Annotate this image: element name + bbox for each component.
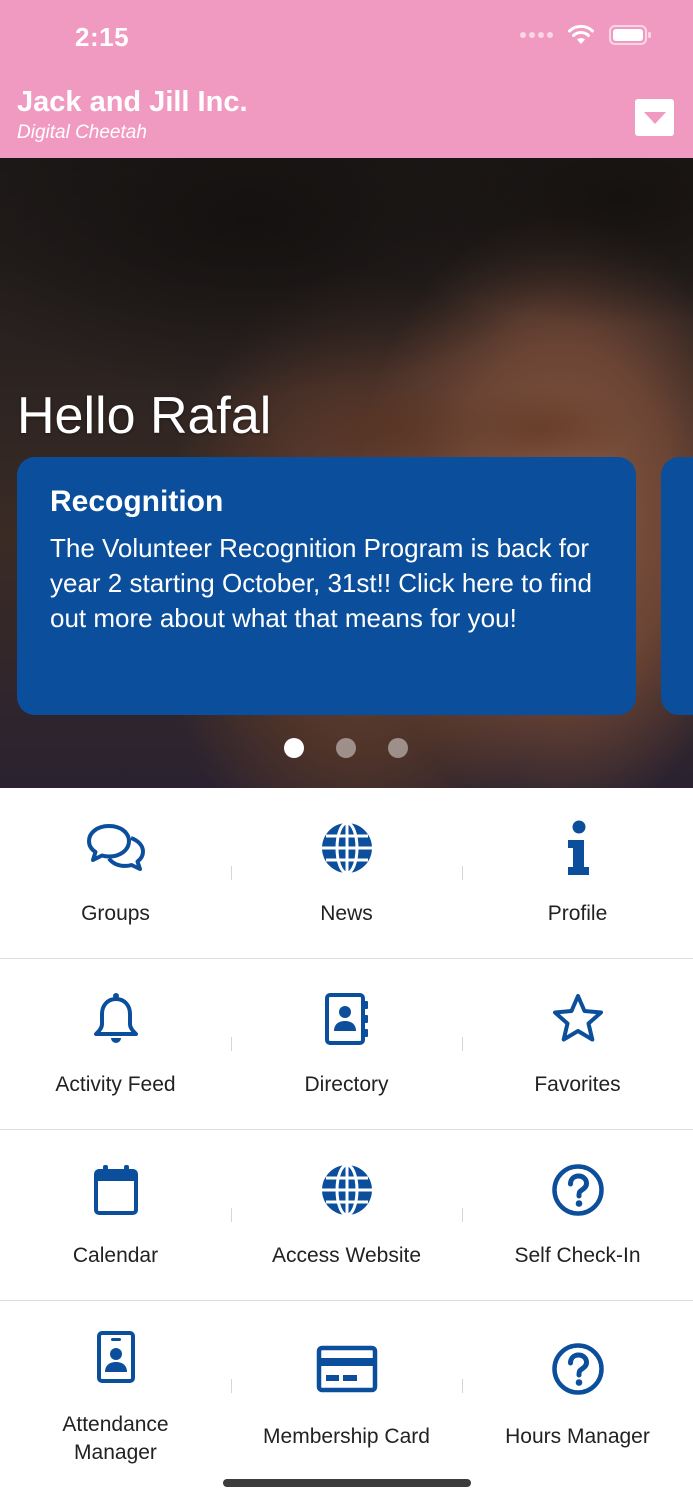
pager-dot-2[interactable] (336, 738, 356, 758)
battery-icon (609, 25, 651, 45)
globe-icon (315, 816, 379, 880)
menu-item-label: Profile (547, 902, 608, 925)
bell-icon (84, 987, 148, 1051)
menu-row: Activity Feed Directory Favorites (0, 959, 693, 1130)
id-badge-icon (84, 1325, 148, 1389)
menu-item-label: News (320, 902, 373, 925)
carousel-pager (284, 738, 408, 758)
chat-bubbles-icon (84, 816, 148, 880)
credit-card-icon (315, 1337, 379, 1401)
card-title: Recognition (50, 485, 224, 518)
announcement-card[interactable]: Recognition The Volunteer Recognition Pr… (17, 457, 636, 715)
menu-grid: Groups News Profile Activity Feed Direct… (0, 788, 693, 1472)
card-body: The Volunteer Recognition Program is bac… (50, 533, 592, 633)
menu-item-hours-manager[interactable]: Hours Manager (462, 1301, 693, 1471)
menu-item-access-website[interactable]: Access Website (231, 1130, 462, 1300)
menu-item-self-check-in[interactable]: Self Check-In (462, 1130, 693, 1300)
menu-item-calendar[interactable]: Calendar (0, 1130, 231, 1300)
menu-row: Groups News Profile (0, 788, 693, 959)
status-icons (520, 24, 653, 46)
question-circle-icon (546, 1337, 610, 1401)
home-indicator[interactable] (223, 1479, 471, 1487)
app-subtitle: Digital Cheetah (17, 122, 147, 143)
menu-row: Attendance Manager Membership Card Hours… (0, 1301, 693, 1472)
menu-item-label: Groups (81, 902, 150, 925)
menu-item-label: Attendance Manager (62, 1413, 169, 1464)
signal-icon (520, 32, 553, 38)
hero-photo (0, 158, 693, 418)
menu-item-profile[interactable]: Profile (462, 788, 693, 958)
app-title: Jack and Jill Inc. (17, 86, 248, 118)
menu-item-directory[interactable]: Directory (231, 959, 462, 1129)
menu-item-news[interactable]: News (231, 788, 462, 958)
menu-item-label: Self Check-In (514, 1244, 641, 1267)
wifi-icon (568, 24, 594, 44)
menu-item-label: Access Website (272, 1244, 421, 1267)
app-header: 2:15 Jack and Jill Inc. Digital Cheetah (0, 0, 693, 158)
greeting-text: Hello Rafal (17, 387, 272, 445)
menu-item-favorites[interactable]: Favorites (462, 959, 693, 1129)
status-time: 2:15 (75, 22, 130, 52)
menu-item-label: Calendar (72, 1244, 159, 1267)
globe-icon (315, 1158, 379, 1222)
question-circle-icon (546, 1158, 610, 1222)
menu-item-groups[interactable]: Groups (0, 788, 231, 958)
menu-item-label: Membership Card (263, 1425, 430, 1448)
caret-down-icon (643, 111, 666, 124)
menu-item-label: Favorites (534, 1073, 621, 1096)
menu-item-label: Directory (304, 1073, 389, 1096)
hero-banner: Hello Rafal Recognition The Volunteer Re… (0, 158, 693, 788)
star-icon (546, 987, 610, 1051)
calendar-icon (84, 1158, 148, 1222)
menu-item-activity-feed[interactable]: Activity Feed (0, 959, 231, 1129)
next-card-peek[interactable] (661, 457, 693, 715)
menu-item-label: Activity Feed (55, 1073, 176, 1096)
pager-dot-3[interactable] (388, 738, 408, 758)
menu-item-membership-card[interactable]: Membership Card (231, 1301, 462, 1471)
account-dropdown-button[interactable] (635, 99, 674, 136)
info-icon (546, 816, 610, 880)
menu-row: Calendar Access Website Self Check-In (0, 1130, 693, 1301)
menu-item-attendance-manager[interactable]: Attendance Manager (0, 1301, 231, 1471)
menu-item-label: Hours Manager (505, 1425, 650, 1448)
contact-book-icon (315, 987, 379, 1051)
pager-dot-1[interactable] (284, 738, 304, 758)
